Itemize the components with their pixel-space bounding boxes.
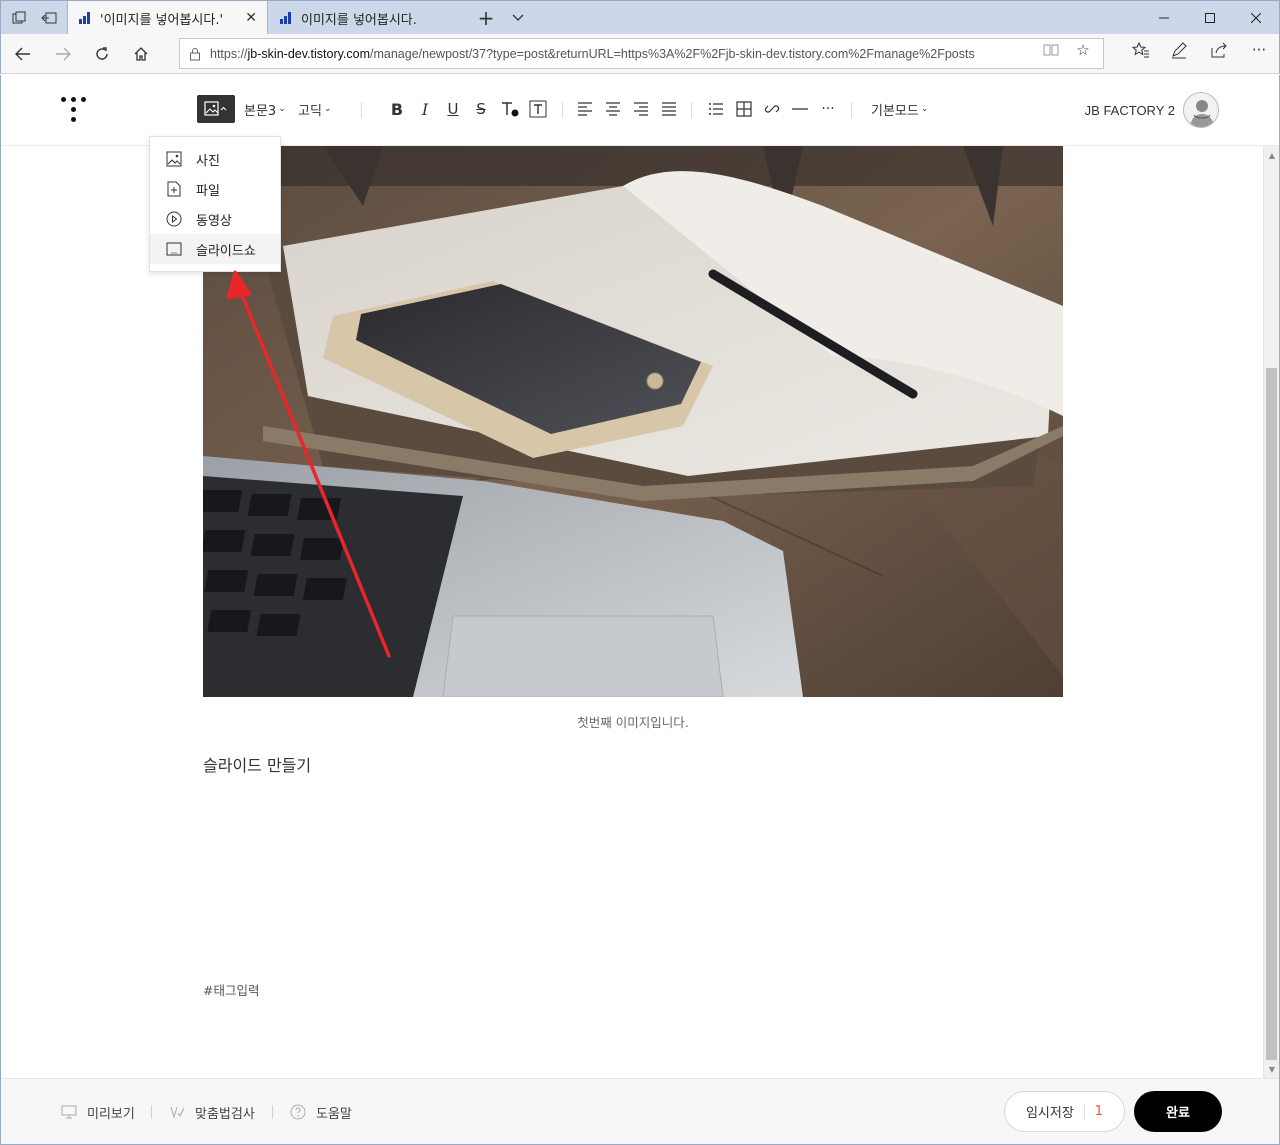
avatar[interactable]: [1183, 92, 1219, 128]
inserted-photo[interactable]: [203, 146, 1063, 697]
publish-button[interactable]: 완료: [1134, 1091, 1222, 1132]
draft-count[interactable]: 1: [1095, 1104, 1103, 1119]
favorites-list-icon[interactable]: [1131, 41, 1151, 59]
bold-icon[interactable]: B: [387, 95, 407, 123]
align-left-icon[interactable]: [575, 95, 595, 123]
address-bar[interactable]: https://jb-skin-dev.tistory.com/manage/n…: [179, 38, 1104, 69]
favorite-star-icon[interactable]: ☆: [1073, 41, 1093, 59]
font-dropdown[interactable]: 고딕 ⌄: [298, 95, 331, 123]
help-circle-icon: [290, 1104, 306, 1120]
bottom-divider: [272, 1105, 273, 1119]
save-draft-button[interactable]: 임시저장 1: [1004, 1091, 1125, 1132]
text-color-icon[interactable]: [499, 95, 521, 123]
tab-actions-icon[interactable]: [3, 1, 35, 35]
tistory-favicon-icon: [279, 11, 293, 25]
menu-item-slideshow[interactable]: 슬라이드쇼: [150, 234, 280, 264]
pen-note-icon[interactable]: [1169, 41, 1189, 59]
chevron-down-icon: ⌄: [920, 104, 929, 114]
tistory-logo-icon[interactable]: [61, 97, 87, 123]
image-caption[interactable]: 첫번째 이미지입니다.: [203, 712, 1063, 731]
lock-icon[interactable]: [180, 47, 210, 61]
new-tab-icon[interactable]: +: [471, 1, 501, 35]
chevron-down-icon: ⌄: [278, 104, 286, 114]
align-justify-icon[interactable]: [659, 95, 679, 123]
align-center-icon[interactable]: [603, 95, 623, 123]
file-add-icon: [166, 181, 182, 197]
strikethrough-icon[interactable]: S: [471, 95, 491, 123]
horizontal-rule-icon[interactable]: [790, 95, 810, 123]
tab-title: 이미지를 넣어봅시다.: [301, 12, 417, 28]
tistory-favicon-icon: [78, 11, 92, 25]
close-tab-icon[interactable]: ✕: [245, 10, 257, 26]
post-content-area[interactable]: 첫번째 이미지입니다. 슬라이드 만들기 #태그입력: [1, 146, 1263, 1078]
toolbar-divider: [361, 102, 362, 118]
slideshow-icon: [166, 241, 182, 257]
menu-item-file[interactable]: 파일: [150, 174, 280, 204]
maximize-icon[interactable]: [1187, 1, 1233, 35]
table-icon[interactable]: [734, 95, 754, 123]
browser-tab-strip: '이미지를 넣어봅시다.' ✕ 이미지를 넣어봅시다. +: [0, 0, 1280, 35]
paragraph-style-dropdown[interactable]: 본문3 ⌄: [244, 95, 286, 123]
link-icon[interactable]: [762, 95, 782, 123]
share-icon[interactable]: [1209, 41, 1229, 59]
vertical-scrollbar[interactable]: ▲ ▼: [1263, 146, 1279, 1078]
spellcheck-button[interactable]: 맞춤법검사: [169, 1103, 255, 1122]
image-icon: [204, 101, 227, 116]
minimize-icon[interactable]: [1141, 1, 1187, 35]
bullet-list-icon[interactable]: [706, 95, 726, 123]
post-body-text[interactable]: 슬라이드 만들기: [203, 752, 311, 776]
editor-bottom-bar: 미리보기 맞춤법검사 도움말 임시저장 1 완료: [1, 1078, 1279, 1144]
underline-icon[interactable]: U: [443, 95, 463, 123]
image-icon: [166, 151, 182, 167]
tab-title: '이미지를 넣어봅시다.': [100, 12, 224, 28]
blog-name[interactable]: JB FACTORY 2: [1085, 103, 1175, 118]
menu-item-video[interactable]: 동영상: [150, 204, 280, 234]
editor-mode-dropdown[interactable]: 기본모드 ⌄: [871, 95, 928, 123]
more-tools-icon[interactable]: ···: [818, 95, 838, 123]
tag-input[interactable]: #태그입력: [203, 980, 259, 999]
refresh-icon[interactable]: [84, 38, 120, 70]
italic-icon[interactable]: I: [415, 95, 435, 123]
set-aside-tabs-icon[interactable]: [33, 1, 65, 35]
toolbar-divider: [851, 102, 852, 118]
help-button[interactable]: 도움말: [290, 1103, 352, 1122]
scroll-up-icon[interactable]: ▲: [1264, 148, 1280, 162]
url-text: https://jb-skin-dev.tistory.com/manage/n…: [210, 46, 975, 61]
editor-window: 본문3 ⌄ 고딕 ⌄ B I U S ··· 기본모드 ⌄ JB FACTORY…: [0, 75, 1280, 1145]
preview-button[interactable]: 미리보기: [61, 1103, 135, 1122]
close-window-icon[interactable]: [1233, 1, 1279, 35]
back-icon[interactable]: [5, 38, 41, 70]
text-background-icon[interactable]: [528, 95, 548, 123]
browser-nav-bar: https://jb-skin-dev.tistory.com/manage/n…: [0, 34, 1280, 74]
chevron-down-icon[interactable]: [503, 1, 533, 35]
scroll-down-icon[interactable]: ▼: [1264, 1062, 1280, 1076]
align-right-icon[interactable]: [631, 95, 651, 123]
monitor-icon: [61, 1105, 77, 1119]
spellcheck-icon: [169, 1104, 185, 1120]
insert-media-menu: 사진 파일 동영상 슬라이드쇼: [149, 136, 281, 272]
bottom-divider: [151, 1105, 152, 1119]
toolbar-divider: [562, 102, 563, 118]
draft-divider: [1083, 1104, 1085, 1119]
insert-image-button[interactable]: [197, 95, 235, 123]
scrollbar-thumb[interactable]: [1266, 368, 1277, 1060]
home-icon[interactable]: [123, 38, 159, 70]
reading-view-icon[interactable]: [1041, 41, 1061, 59]
play-circle-icon: [166, 211, 182, 227]
chevron-down-icon: ⌄: [323, 104, 332, 114]
forward-icon[interactable]: [45, 38, 81, 70]
more-menu-icon[interactable]: ···: [1249, 41, 1269, 59]
toolbar-divider: [691, 102, 692, 118]
menu-item-photo[interactable]: 사진: [150, 144, 280, 174]
tab-active[interactable]: '이미지를 넣어봅시다.' ✕: [67, 1, 268, 35]
tab-inactive[interactable]: 이미지를 넣어봅시다.: [269, 1, 469, 35]
